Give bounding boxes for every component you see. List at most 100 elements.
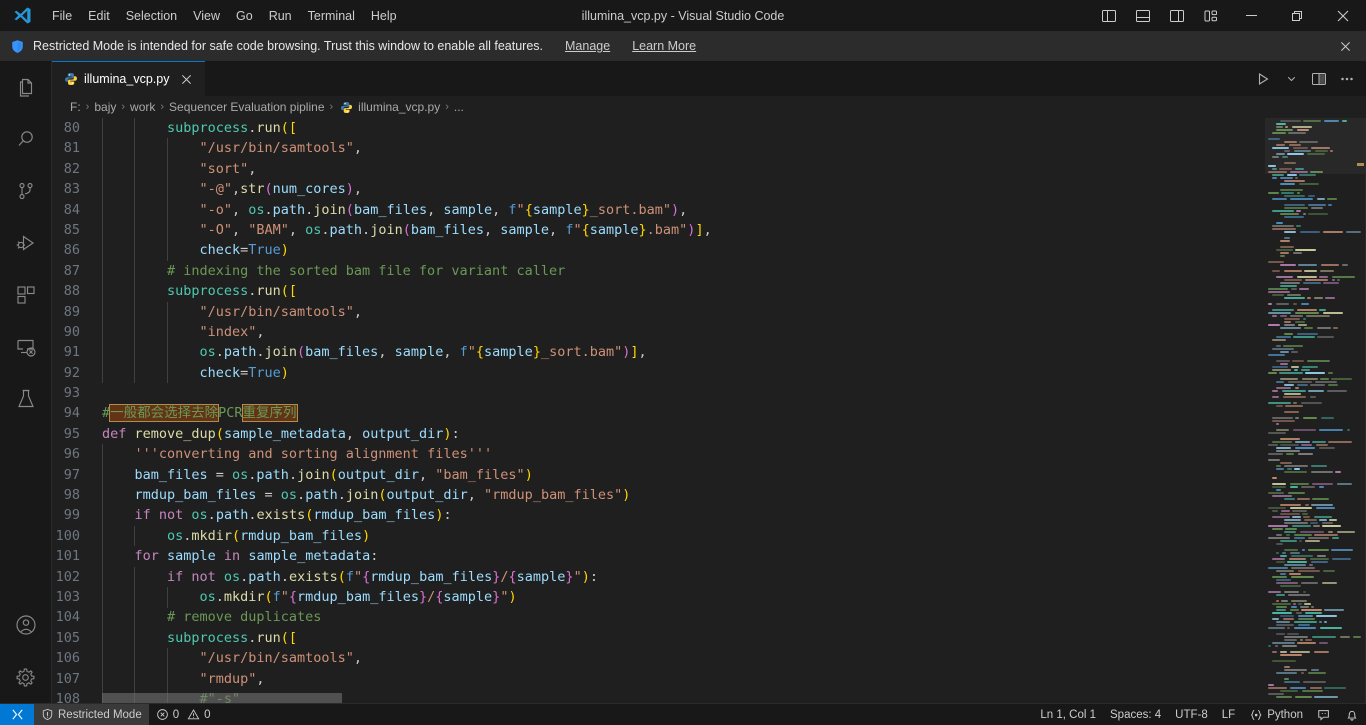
status-restricted-mode[interactable]: Restricted Mode (34, 703, 149, 725)
code-line[interactable]: 105 subprocess.run([ (52, 628, 1265, 648)
run-options-dropdown[interactable] (1278, 66, 1304, 92)
line-content[interactable]: os.mkdir(f"{rmdup_bam_files}/{sample}") (102, 587, 516, 607)
status-notifications[interactable] (1338, 704, 1366, 725)
menu-view[interactable]: View (185, 5, 228, 27)
code-line[interactable]: 80 subprocess.run([ (52, 118, 1265, 138)
close-window-button[interactable] (1320, 0, 1366, 32)
activity-accounts[interactable] (0, 599, 52, 651)
line-content[interactable]: check=True) (102, 240, 288, 260)
line-content[interactable]: "-@",str(num_cores), (102, 179, 362, 199)
status-encoding[interactable]: UTF-8 (1168, 704, 1215, 725)
breadcrumb-item-bajy[interactable]: bajy (94, 100, 116, 114)
maximize-button[interactable] (1274, 0, 1320, 32)
line-content[interactable]: for sample in sample_metadata: (102, 546, 378, 566)
more-editor-actions-button[interactable] (1334, 66, 1360, 92)
code-line[interactable]: 86 check=True) (52, 240, 1265, 260)
line-content[interactable]: os.path.join(bam_files, sample, f"{sampl… (102, 342, 646, 362)
activity-explorer[interactable] (0, 61, 52, 113)
menu-go[interactable]: Go (228, 5, 261, 27)
activity-source-control[interactable] (0, 165, 52, 217)
code-line[interactable]: 82 "sort", (52, 159, 1265, 179)
status-eol[interactable]: LF (1215, 704, 1242, 725)
activity-remote-explorer[interactable] (0, 321, 52, 373)
menu-edit[interactable]: Edit (80, 5, 118, 27)
line-content[interactable]: subprocess.run([ (102, 118, 297, 138)
minimap[interactable] (1265, 118, 1366, 703)
breadcrumb-item-drive[interactable]: F: (70, 100, 81, 114)
toggle-primary-sidebar-icon[interactable] (1092, 0, 1126, 32)
status-language-mode[interactable]: Python (1242, 704, 1310, 725)
line-content[interactable]: "/usr/bin/samtools", (102, 138, 362, 158)
status-feedback[interactable] (1310, 704, 1338, 725)
activity-search[interactable] (0, 113, 52, 165)
code-scroll-region[interactable]: 80 subprocess.run([81 "/usr/bin/samtools",… (52, 118, 1265, 703)
split-editor-right-button[interactable] (1306, 66, 1332, 92)
toggle-panel-icon[interactable] (1126, 0, 1160, 32)
code-line[interactable]: 93 (52, 383, 1265, 403)
tab-illumina-vcp-py[interactable]: illumina_vcp.py (52, 61, 206, 96)
horizontal-scrollbar-thumb[interactable] (102, 693, 342, 703)
code-editor[interactable]: 80 subprocess.run([81 "/usr/bin/samtools",… (52, 118, 1366, 703)
code-lines[interactable]: 80 subprocess.run([81 "/usr/bin/samtools",… (52, 118, 1265, 703)
code-line[interactable]: 99 if not os.path.exists(rmdup_bam_files)… (52, 505, 1265, 525)
code-line[interactable]: 85 "-O", "BAM", os.path.join(bam_files, s… (52, 220, 1265, 240)
line-content[interactable]: "/usr/bin/samtools", (102, 648, 362, 668)
code-line[interactable]: 92 check=True) (52, 363, 1265, 383)
code-line[interactable]: 100 os.mkdir(rmdup_bam_files) (52, 526, 1265, 546)
menu-selection[interactable]: Selection (118, 5, 185, 27)
code-line[interactable]: 102 if not os.path.exists(f"{rmdup_bam_fi… (52, 567, 1265, 587)
line-content[interactable]: subprocess.run([ (102, 628, 297, 648)
code-line[interactable]: 81 "/usr/bin/samtools", (52, 138, 1265, 158)
breadcrumb-item-file[interactable]: illumina_vcp.py (358, 100, 440, 114)
code-line[interactable]: 98 rmdup_bam_files = os.path.join(output_… (52, 485, 1265, 505)
menu-terminal[interactable]: Terminal (300, 5, 363, 27)
minimap-slider[interactable] (1265, 118, 1366, 174)
line-content[interactable]: os.mkdir(rmdup_bam_files) (102, 526, 370, 546)
line-content[interactable]: def remove_dup(sample_metadata, output_d… (102, 424, 460, 444)
line-content[interactable]: # indexing the sorted bam file for varia… (102, 261, 565, 281)
line-content[interactable]: check=True) (102, 363, 288, 383)
code-line[interactable]: 103 os.mkdir(f"{rmdup_bam_files}/{sample}… (52, 587, 1265, 607)
line-content[interactable]: rmdup_bam_files = os.path.join(output_di… (102, 485, 630, 505)
run-python-file-button[interactable] (1250, 66, 1276, 92)
code-line[interactable]: 83 "-@",str(num_cores), (52, 179, 1265, 199)
code-line[interactable]: 87 # indexing the sorted bam file for var… (52, 261, 1265, 281)
breadcrumb-item-more[interactable]: ... (454, 100, 464, 114)
code-line[interactable]: 89 "/usr/bin/samtools", (52, 302, 1265, 322)
line-content[interactable]: "rmdup", (102, 669, 264, 689)
line-content[interactable]: "index", (102, 322, 264, 342)
code-line[interactable]: 95 def remove_dup(sample_metadata, output… (52, 424, 1265, 444)
code-line[interactable]: 101 for sample in sample_metadata: (52, 546, 1265, 566)
menu-file[interactable]: File (44, 5, 80, 27)
line-content[interactable]: "/usr/bin/samtools", (102, 302, 362, 322)
status-problems[interactable]: 0 0 (149, 704, 218, 725)
line-content[interactable]: bam_files = os.path.join(output_dir, "ba… (102, 465, 532, 485)
line-content[interactable]: '''converting and sorting alignment file… (102, 444, 492, 464)
breadcrumb-item-work[interactable]: work (130, 100, 155, 114)
code-line[interactable]: 104 # remove duplicates (52, 607, 1265, 627)
line-content[interactable]: #一般都会选择去除PCR重复序列 (102, 403, 298, 423)
code-line[interactable]: 88 subprocess.run([ (52, 281, 1265, 301)
code-line[interactable]: 90 "index", (52, 322, 1265, 342)
activity-testing[interactable] (0, 373, 52, 425)
line-content[interactable]: if not os.path.exists(rmdup_bam_files): (102, 505, 451, 525)
line-content[interactable]: "-O", "BAM", os.path.join(bam_files, sam… (102, 220, 711, 240)
code-line[interactable]: 107 "rmdup", (52, 669, 1265, 689)
banner-close-icon[interactable] (1334, 35, 1356, 57)
status-remote-window[interactable] (0, 703, 34, 725)
code-line[interactable]: 94 #一般都会选择去除PCR重复序列 (52, 403, 1265, 423)
minimize-button[interactable] (1228, 0, 1274, 32)
code-line[interactable]: 106 "/usr/bin/samtools", (52, 648, 1265, 668)
menu-help[interactable]: Help (363, 5, 405, 27)
code-line[interactable]: 97 bam_files = os.path.join(output_dir, "… (52, 465, 1265, 485)
banner-manage-link[interactable]: Manage (565, 39, 610, 53)
code-line[interactable]: 96 '''converting and sorting alignment fi… (52, 444, 1265, 464)
status-cursor-position[interactable]: Ln 1, Col 1 (1033, 704, 1103, 725)
activity-run-debug[interactable] (0, 217, 52, 269)
banner-learn-more-link[interactable]: Learn More (632, 39, 696, 53)
tab-close-icon[interactable] (177, 70, 195, 88)
breadcrumb-item-folder[interactable]: Sequencer Evaluation pipline (169, 100, 324, 114)
toggle-secondary-sidebar-icon[interactable] (1160, 0, 1194, 32)
line-content[interactable]: "sort", (102, 159, 256, 179)
line-content[interactable]: subprocess.run([ (102, 281, 297, 301)
